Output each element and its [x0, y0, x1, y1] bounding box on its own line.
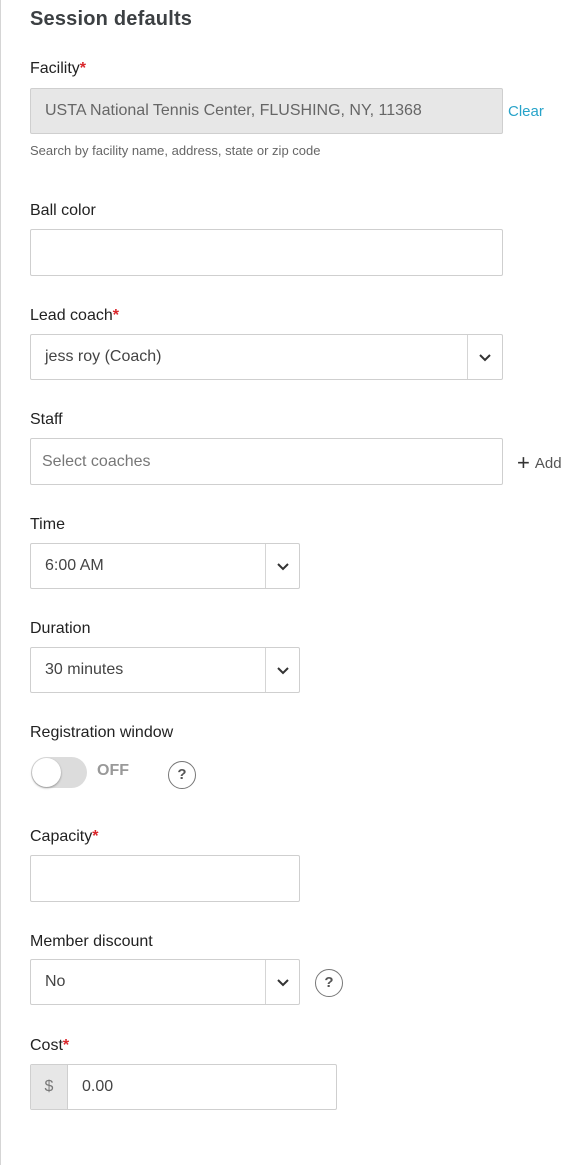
capacity-label: Capacity* [30, 828, 99, 845]
add-staff-button[interactable]: + Add [517, 450, 562, 476]
required-marker: * [92, 828, 99, 845]
member-discount-value: No [45, 973, 66, 990]
required-marker: * [79, 60, 87, 77]
session-defaults-panel: Session defaults Facility* USTA National… [0, 0, 576, 1165]
member-discount-select[interactable]: No [30, 959, 300, 1005]
capacity-input[interactable] [30, 855, 300, 902]
select-divider [265, 960, 266, 1004]
cost-input[interactable]: $ 0.00 [30, 1064, 337, 1110]
toggle-knob [32, 758, 61, 787]
facility-field[interactable]: USTA National Tennis Center, FLUSHING, N… [30, 88, 503, 134]
plus-icon: + [517, 450, 530, 475]
chevron-down-icon[interactable] [477, 349, 493, 365]
question-circle-icon[interactable]: ? [315, 969, 343, 997]
time-label: Time [30, 516, 65, 533]
select-divider [265, 544, 266, 588]
facility-clear-link[interactable]: Clear [508, 103, 544, 120]
chevron-down-icon[interactable] [275, 662, 291, 678]
time-value: 6:00 AM [45, 557, 104, 574]
lead-coach-value: jess roy (Coach) [45, 348, 162, 365]
time-select[interactable]: 6:00 AM [30, 543, 300, 589]
currency-prefix: $ [31, 1065, 68, 1109]
facility-hint: Search by facility name, address, state … [30, 143, 321, 158]
select-divider [265, 648, 266, 692]
add-staff-label: Add [534, 455, 562, 472]
question-circle-icon[interactable]: ? [168, 761, 196, 789]
required-marker: * [112, 307, 119, 324]
lead-coach-select[interactable]: jess roy (Coach) [30, 334, 503, 380]
member-discount-label: Member discount [30, 933, 153, 950]
registration-window-label: Registration window [30, 724, 174, 741]
staff-placeholder: Select coaches [42, 452, 151, 470]
duration-label: Duration [30, 620, 91, 637]
lead-coach-label: Lead coach* [30, 307, 119, 324]
ball-color-input[interactable] [30, 229, 503, 276]
facility-label: Facility* [30, 60, 87, 77]
duration-select[interactable]: 30 minutes [30, 647, 300, 693]
staff-label: Staff [30, 411, 63, 428]
required-marker: * [62, 1037, 70, 1054]
chevron-down-icon[interactable] [275, 974, 291, 990]
ball-color-label: Ball color [30, 202, 96, 219]
select-divider [467, 335, 468, 379]
registration-window-toggle[interactable] [31, 757, 87, 788]
toggle-state-label: OFF [97, 762, 129, 779]
duration-value: 30 minutes [45, 661, 124, 678]
section-title: Session defaults [30, 8, 193, 30]
chevron-down-icon[interactable] [275, 558, 291, 574]
cost-label: Cost* [30, 1037, 70, 1054]
cost-value: 0.00 [82, 1078, 114, 1095]
facility-value: USTA National Tennis Center, FLUSHING, N… [45, 102, 422, 119]
staff-input[interactable]: Select coaches [30, 438, 503, 485]
